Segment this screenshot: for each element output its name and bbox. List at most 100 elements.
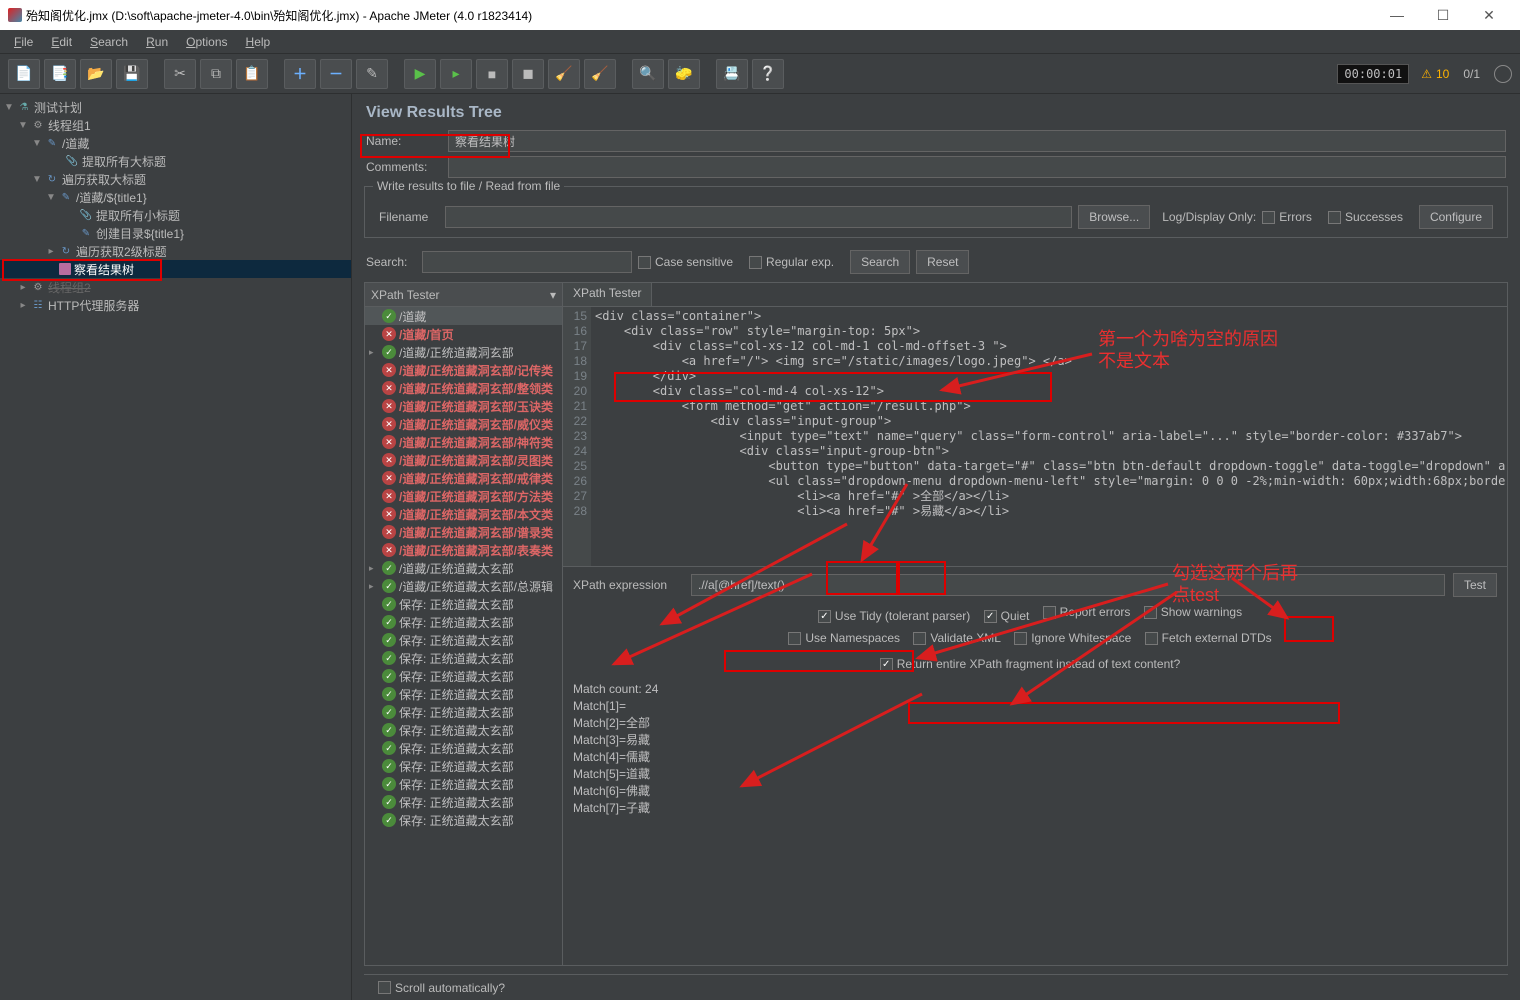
tree-view-results[interactable]: 察看结果树 <box>74 261 134 278</box>
result-row[interactable]: ✕/道藏/正统道藏洞玄部/灵图类 <box>365 451 562 469</box>
result-row[interactable]: ✓保存: 正统道藏太玄部 <box>365 631 562 649</box>
open-button[interactable]: 📂 <box>80 59 112 89</box>
tree-root[interactable]: 测试计划 <box>34 99 82 116</box>
maximize-button[interactable]: ☐ <box>1420 0 1466 30</box>
test-plan-tree[interactable]: ▼⚗测试计划 ▼⚙线程组1 ▼✎/道藏 📎提取所有大标题 ▼↻遍历获取大标题 ▼… <box>0 94 352 1000</box>
search-input[interactable] <box>422 251 632 273</box>
result-row[interactable]: ✕/道藏/正统道藏洞玄部/戒律类 <box>365 469 562 487</box>
menu-run[interactable]: Run <box>138 32 176 52</box>
successes-checkbox[interactable]: Successes <box>1328 210 1403 224</box>
result-row[interactable]: ✕/道藏/正统道藏洞玄部/方法类 <box>365 487 562 505</box>
result-row[interactable]: ✓保存: 正统道藏太玄部 <box>365 703 562 721</box>
use-tidy-checkbox[interactable]: ✓Use Tidy (tolerant parser) <box>818 609 970 623</box>
result-row[interactable]: ✕/道藏/正统道藏洞玄部/谱录类 <box>365 523 562 541</box>
result-row[interactable]: ✓保存: 正统道藏太玄部 <box>365 595 562 613</box>
use-ns-checkbox[interactable]: Use Namespaces <box>788 631 900 645</box>
cut-button[interactable]: ✂ <box>164 59 196 89</box>
result-row[interactable]: ▸✓/道藏/正统道藏太玄部/总源辑 <box>365 577 562 595</box>
report-errors-checkbox[interactable]: Report errors <box>1043 605 1131 619</box>
comments-input[interactable] <box>448 156 1506 178</box>
tree-extract-big[interactable]: 提取所有大标题 <box>82 153 166 170</box>
menu-options[interactable]: Options <box>178 32 235 52</box>
tree-threadgroup2[interactable]: 线程组2 <box>48 279 91 296</box>
result-row[interactable]: ✓保存: 正统道藏太玄部 <box>365 811 562 829</box>
result-row[interactable]: ✓保存: 正统道藏太玄部 <box>365 649 562 667</box>
result-row[interactable]: ✓保存: 正统道藏太玄部 <box>365 793 562 811</box>
copy-button[interactable]: ⧉ <box>200 59 232 89</box>
start-notimers-button[interactable]: ▸ <box>440 59 472 89</box>
result-row[interactable]: ✕/道藏/正统道藏洞玄部/表奏类 <box>365 541 562 559</box>
response-code-area[interactable]: 1516171819202122232425262728 <div class=… <box>563 307 1507 567</box>
tree-loop-big[interactable]: 遍历获取大标题 <box>62 171 146 188</box>
start-button[interactable]: ▶ <box>404 59 436 89</box>
fetch-dtd-checkbox[interactable]: Fetch external DTDs <box>1145 631 1272 645</box>
menu-file[interactable]: File <box>6 32 41 52</box>
quiet-checkbox[interactable]: ✓Quiet <box>984 609 1030 623</box>
shutdown-button[interactable]: ◼ <box>512 59 544 89</box>
result-row[interactable]: ✕/道藏/正统道藏洞玄部/神符类 <box>365 433 562 451</box>
tree-threadgroup1[interactable]: 线程组1 <box>48 117 91 134</box>
result-row[interactable]: ✕/道藏/正统道藏洞玄部/威仪类 <box>365 415 562 433</box>
result-row[interactable]: ✕/道藏/正统道藏洞玄部/记传类 <box>365 361 562 379</box>
result-row[interactable]: ✕/道藏/首页 <box>365 325 562 343</box>
result-row[interactable]: ▸✓/道藏/正统道藏太玄部 <box>365 559 562 577</box>
menu-edit[interactable]: Edit <box>43 32 80 52</box>
case-checkbox[interactable]: Case sensitive <box>638 255 733 269</box>
collapse-button[interactable]: － <box>320 59 352 89</box>
function-helper-button[interactable]: 📇 <box>716 59 748 89</box>
ignore-ws-checkbox[interactable]: Ignore Whitespace <box>1014 631 1131 645</box>
result-row[interactable]: ✕/道藏/正统道藏洞玄部/本文类 <box>365 505 562 523</box>
result-row[interactable]: ✕/道藏/正统道藏洞玄部/整领类 <box>365 379 562 397</box>
stop-button[interactable]: ■ <box>476 59 508 89</box>
new-button[interactable]: 📄 <box>8 59 40 89</box>
result-row[interactable]: ✓保存: 正统道藏太玄部 <box>365 757 562 775</box>
tree-mkdir[interactable]: 创建目录${title1} <box>96 225 184 242</box>
menu-help[interactable]: Help <box>238 32 279 52</box>
save-button[interactable]: 💾 <box>116 59 148 89</box>
show-warnings-checkbox[interactable]: Show warnings <box>1144 605 1242 619</box>
result-row[interactable]: ✓保存: 正统道藏太玄部 <box>365 739 562 757</box>
filename-input[interactable] <box>445 206 1072 228</box>
warning-indicator[interactable]: ⚠10 <box>1421 67 1449 81</box>
templates-button[interactable]: 📑 <box>44 59 76 89</box>
configure-button[interactable]: Configure <box>1419 205 1493 229</box>
close-button[interactable]: ✕ <box>1466 0 1512 30</box>
browse-button[interactable]: Browse... <box>1078 205 1150 229</box>
toggle-button[interactable]: ✎ <box>356 59 388 89</box>
name-input[interactable] <box>448 130 1506 152</box>
reset-button[interactable]: Reset <box>916 250 969 274</box>
result-row[interactable]: ✓保存: 正统道藏太玄部 <box>365 667 562 685</box>
result-row[interactable]: ▸✓/道藏/正统道藏洞玄部 <box>365 343 562 361</box>
reset-search-button[interactable]: 🧽 <box>668 59 700 89</box>
result-row[interactable]: ✓保存: 正统道藏太玄部 <box>365 721 562 739</box>
tree-extract-small[interactable]: 提取所有小标题 <box>96 207 180 224</box>
result-row[interactable]: ✓/道藏 <box>365 307 562 325</box>
clear-button[interactable]: 🧹 <box>548 59 580 89</box>
search-tb-button[interactable]: 🔍 <box>632 59 664 89</box>
tree-daozang[interactable]: /道藏 <box>62 135 89 152</box>
errors-checkbox[interactable]: Errors <box>1262 210 1312 224</box>
search-button[interactable]: Search <box>850 250 910 274</box>
help-tb-button[interactable]: ❔ <box>752 59 784 89</box>
result-row[interactable]: ✓保存: 正统道藏太玄部 <box>365 685 562 703</box>
tab-xpath-tester[interactable]: XPath Tester <box>563 283 652 306</box>
return-fragment-checkbox[interactable]: ✓Return entire XPath fragment instead of… <box>880 657 1181 671</box>
xpath-expr-input[interactable] <box>691 574 1445 596</box>
test-button[interactable]: Test <box>1453 573 1497 597</box>
result-row[interactable]: ✓保存: 正统道藏太玄部 <box>365 775 562 793</box>
menu-search[interactable]: Search <box>82 32 136 52</box>
results-list[interactable]: ✓/道藏✕/道藏/首页▸✓/道藏/正统道藏洞玄部✕/道藏/正统道藏洞玄部/记传类… <box>365 307 562 965</box>
result-row[interactable]: ✕/道藏/正统道藏洞玄部/玉诀类 <box>365 397 562 415</box>
minimize-button[interactable]: — <box>1374 0 1420 30</box>
paste-button[interactable]: 📋 <box>236 59 268 89</box>
result-row[interactable]: ✓保存: 正统道藏太玄部 <box>365 613 562 631</box>
validate-xml-checkbox[interactable]: Validate XML <box>913 631 1000 645</box>
tree-dz-title[interactable]: /道藏/${title1} <box>76 189 147 206</box>
result-view-dropdown[interactable]: XPath Tester▾ <box>365 283 562 307</box>
clearall-button[interactable]: 🧹 <box>584 59 616 89</box>
regex-checkbox[interactable]: Regular exp. <box>749 255 834 269</box>
expand-button[interactable]: ＋ <box>284 59 316 89</box>
scroll-auto-checkbox[interactable]: Scroll automatically? <box>378 981 505 995</box>
tree-loop2[interactable]: 遍历获取2级标题 <box>76 243 167 260</box>
tree-http-proxy[interactable]: HTTP代理服务器 <box>48 297 139 314</box>
